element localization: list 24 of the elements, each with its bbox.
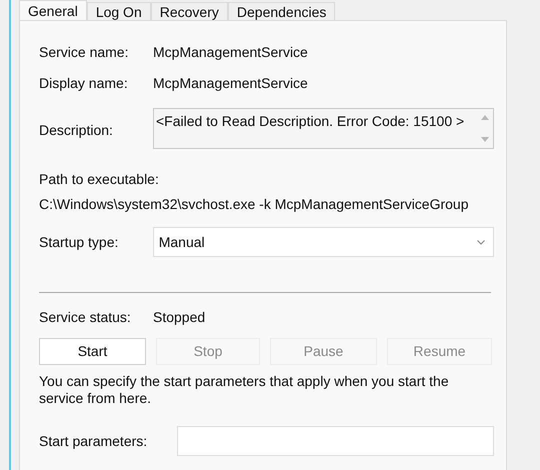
field-label: Description: [39,121,114,140]
field-value: McpManagementService [153,42,308,62]
tab[interactable]: Recovery [150,2,228,20]
field-label: Start parameters: [39,432,148,451]
field-label: Display name: [39,74,129,93]
field-label: Startup type: [39,232,120,252]
tab[interactable]: General [19,0,87,20]
field-value: McpManagementService [153,74,308,93]
service-button[interactable]: Start [39,338,146,365]
path-text: C:\Windows\system32\svchost.exe -k McpManagementServiceGroup [39,195,468,214]
tab[interactable]: Dependencies [228,2,336,20]
field-label: Path to executable: [39,170,159,189]
startup-type-dropdown[interactable]: Manual [152,227,494,257]
field-label: Service status: [39,308,132,326]
scroll-down-icon[interactable] [480,137,488,142]
tab[interactable]: Log On [86,2,151,20]
status-value: Stopped [153,308,206,327]
field-label: Service name: [39,42,130,62]
scroll-up-icon[interactable] [480,115,488,120]
description-box[interactable]: <Failed to Read Description. Error Code: 15100 > [153,108,494,149]
hint-text: You can specify the start parameters that apply when you start the service from here. [39,373,450,407]
chevron-down-icon [477,240,485,244]
description-text: <Failed to Read Description. Error Code: 15100 > [155,112,466,131]
start-parameters-field[interactable] [176,426,494,456]
